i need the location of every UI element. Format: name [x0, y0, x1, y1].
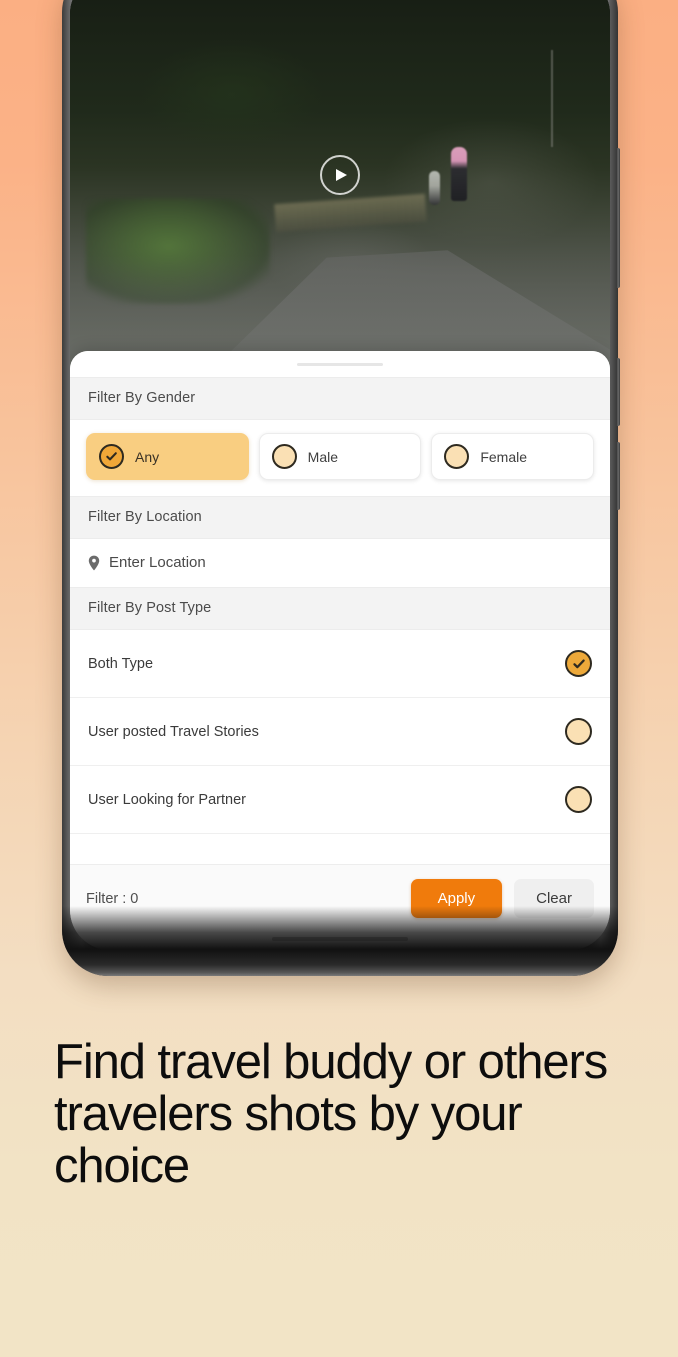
circle-icon	[444, 444, 470, 469]
gender-chip-label: Any	[135, 448, 160, 465]
phone-side-button-power	[616, 358, 620, 426]
radio-selected-icon[interactable]	[565, 650, 592, 677]
sheet-drag-handle[interactable]	[297, 362, 383, 366]
gender-chip-label: Male	[307, 448, 339, 465]
post-type-option-looking-for-partner[interactable]: User Looking for Partner	[70, 766, 610, 834]
page-title: Find travel buddy or others travelers sh…	[54, 1035, 608, 1193]
phone-screen: Filter By Gender Any Male Female Filter …	[70, 0, 610, 950]
section-header-post-type: Filter By Post Type	[70, 587, 610, 630]
location-input-placeholder: Enter Location	[109, 554, 206, 571]
section-header-gender: Filter By Gender	[70, 377, 610, 420]
post-type-option-travel-stories[interactable]: User posted Travel Stories	[70, 698, 610, 766]
location-pin-icon	[88, 555, 100, 570]
play-icon[interactable]	[320, 155, 360, 195]
video-person-pink	[450, 146, 467, 201]
gender-chip-label: Female	[480, 448, 528, 465]
post-type-label: User posted Travel Stories	[88, 723, 259, 740]
radio-unselected-icon[interactable]	[565, 718, 592, 745]
gender-chip-any[interactable]: Any	[86, 433, 249, 480]
radio-unselected-icon[interactable]	[565, 786, 592, 813]
video-preview[interactable]	[70, 0, 610, 376]
check-circle-icon	[99, 444, 124, 469]
gender-chip-female[interactable]: Female	[431, 433, 595, 480]
video-utility-pole	[550, 50, 553, 147]
location-input-row[interactable]: Enter Location	[70, 539, 610, 587]
phone-side-button-extra	[616, 442, 620, 510]
circle-icon	[271, 444, 297, 469]
post-type-option-both[interactable]: Both Type	[70, 630, 610, 698]
phone-side-button-volume	[616, 148, 620, 288]
post-type-label: Both Type	[88, 655, 154, 672]
video-person-white	[429, 170, 441, 205]
gender-chip-male[interactable]: Male	[258, 433, 422, 480]
gender-options: Any Male Female	[70, 420, 610, 496]
phone-bottom-bezel	[62, 906, 618, 976]
sheet-drag-handle-row[interactable]	[70, 351, 610, 377]
phone-mockup: Filter By Gender Any Male Female Filter …	[62, 0, 620, 976]
video-roadside-wall	[274, 193, 428, 233]
post-type-label: User Looking for Partner	[88, 791, 246, 808]
section-header-location: Filter By Location	[70, 496, 610, 539]
sheet-spacer	[70, 834, 610, 864]
filter-count-label: Filter : 0	[86, 890, 139, 907]
filter-bottom-sheet: Filter By Gender Any Male Female Filter …	[70, 351, 610, 950]
